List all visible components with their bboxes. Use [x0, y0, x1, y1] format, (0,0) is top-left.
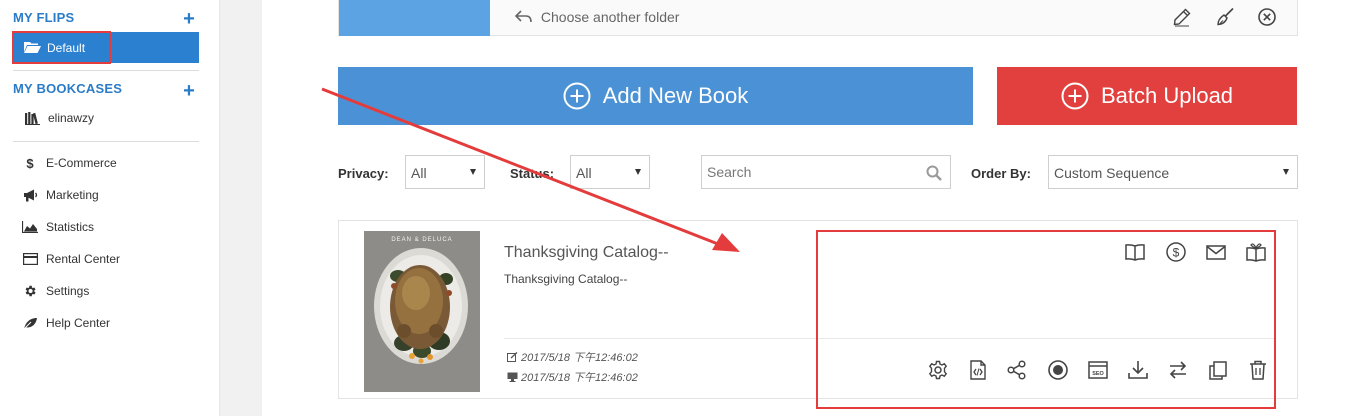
share-button[interactable]	[1006, 359, 1028, 381]
gift-book-icon	[1246, 243, 1266, 262]
gear-icon	[928, 360, 948, 380]
mail-icon	[1206, 245, 1226, 260]
caret-down-icon	[1283, 169, 1289, 175]
broom-icon	[1217, 7, 1234, 26]
search-input[interactable]	[707, 164, 917, 180]
trash-icon	[1250, 360, 1266, 380]
caret-down-icon	[470, 169, 476, 175]
divider	[13, 141, 199, 142]
batch-upload-button[interactable]: Batch Upload	[997, 67, 1297, 125]
sidebar-item-label: Marketing	[46, 188, 99, 202]
sidebar-item-label: elinawzy	[48, 111, 95, 125]
search-box[interactable]	[701, 155, 951, 189]
modified-date-text: 2017/5/18 下午12:46:02	[521, 352, 638, 364]
email-button[interactable]	[1205, 241, 1227, 263]
megaphone-icon	[22, 188, 38, 202]
duplicate-button[interactable]	[1207, 359, 1229, 381]
modified-date: 2017/5/18 下午12:46:02	[507, 349, 638, 365]
sidebar-item-label: Settings	[46, 284, 90, 298]
settings-button[interactable]	[927, 359, 949, 381]
close-circle-icon	[1258, 8, 1276, 26]
delete-button[interactable]	[1247, 359, 1269, 381]
delete-folder-button[interactable]	[1257, 7, 1277, 27]
published-date-text: 2017/5/18 下午12:46:02	[521, 372, 638, 384]
stop-circle-icon	[1048, 360, 1068, 380]
sidebar-item-default[interactable]: Default	[12, 31, 199, 64]
sidebar-item-label: E-Commerce	[46, 156, 117, 170]
caret-down-icon	[635, 169, 641, 175]
book-cover[interactable]: DEAN & DELUCA	[364, 231, 480, 392]
privacy-select[interactable]: All	[405, 155, 485, 189]
unpublish-button[interactable]	[1047, 359, 1069, 381]
book-title[interactable]: Thanksgiving Catalog--	[504, 244, 669, 262]
choose-folder-label: Choose another folder	[540, 9, 680, 25]
price-button[interactable]: $	[1165, 241, 1187, 263]
clean-folder-button[interactable]	[1215, 7, 1235, 27]
status-label: Status:	[510, 166, 555, 181]
published-date: 2017/5/18 下午12:46:02	[507, 369, 638, 385]
seo-icon: SEO	[1088, 361, 1108, 379]
add-bookcase-button[interactable]: +	[182, 81, 196, 101]
turkey-platter-image	[374, 248, 468, 364]
card-icon	[22, 252, 38, 266]
book-subtitle: Thanksgiving Catalog--	[504, 272, 628, 286]
privacy-label: Privacy:	[338, 166, 389, 181]
my-bookcases-heading: MY BOOKCASES	[13, 81, 123, 96]
status-select[interactable]: All	[570, 155, 650, 189]
add-flip-folder-button[interactable]: +	[182, 9, 196, 29]
order-by-label: Order By:	[971, 166, 1031, 181]
download-button[interactable]	[1127, 359, 1149, 381]
my-flips-heading: MY FLIPS	[13, 10, 75, 25]
swap-icon	[1169, 361, 1187, 379]
annotation-highlight	[12, 31, 111, 64]
plus-circle-icon	[1061, 82, 1089, 110]
monitor-icon	[507, 372, 518, 382]
code-file-icon	[970, 360, 986, 380]
svg-text:SEO: SEO	[1092, 371, 1104, 377]
sidebar-item-label: Help Center	[46, 316, 111, 330]
edit-folder-button[interactable]	[1172, 7, 1192, 27]
sidebar-item-label: Statistics	[46, 220, 95, 234]
seo-button[interactable]: SEO	[1087, 359, 1109, 381]
edit-square-icon	[507, 352, 518, 362]
book-card: DEAN & DELUCA Thanksgiving Catalog-- Tha…	[338, 220, 1298, 399]
bookshelf-icon	[24, 111, 40, 125]
batch-upload-label: Batch Upload	[1100, 83, 1234, 108]
privacy-select-value: All	[411, 165, 427, 181]
sidebar: MY FLIPS + Default MY BOOKCASES + elinaw…	[0, 0, 220, 416]
sidebar-item-label: Rental Center	[46, 252, 121, 266]
copy-icon	[1209, 361, 1227, 380]
leaf-icon	[22, 316, 38, 330]
folder-color-swatch	[339, 0, 490, 36]
add-new-book-label: Add New Book	[602, 83, 749, 108]
book-open-icon	[1125, 244, 1145, 261]
order-by-select[interactable]: Custom Sequence	[1048, 155, 1298, 189]
search-icon[interactable]	[926, 165, 942, 181]
order-by-select-value: Custom Sequence	[1054, 165, 1170, 181]
embed-code-button[interactable]	[967, 359, 989, 381]
dollar-icon: $	[26, 155, 34, 171]
gear-icon	[22, 284, 38, 298]
share-icon	[1007, 360, 1026, 380]
card-divider	[504, 338, 1274, 339]
gift-book-button[interactable]	[1245, 241, 1267, 263]
area-chart-icon	[22, 220, 38, 234]
svg-text:$: $	[1173, 246, 1180, 260]
read-book-button[interactable]	[1124, 241, 1146, 263]
divider	[13, 70, 199, 71]
content-gutter	[220, 0, 262, 416]
plus-circle-icon	[563, 82, 591, 110]
download-icon	[1128, 361, 1148, 379]
choose-folder-link[interactable]: Choose another folder	[515, 9, 679, 25]
add-new-book-button[interactable]: Add New Book	[338, 67, 973, 125]
move-button[interactable]	[1167, 359, 1189, 381]
folder-toolbar: Choose another folder	[338, 0, 1298, 36]
status-select-value: All	[576, 165, 592, 181]
dollar-circle-icon: $	[1166, 242, 1186, 262]
reply-arrow-icon	[515, 10, 532, 23]
pencil-icon	[1173, 8, 1191, 27]
